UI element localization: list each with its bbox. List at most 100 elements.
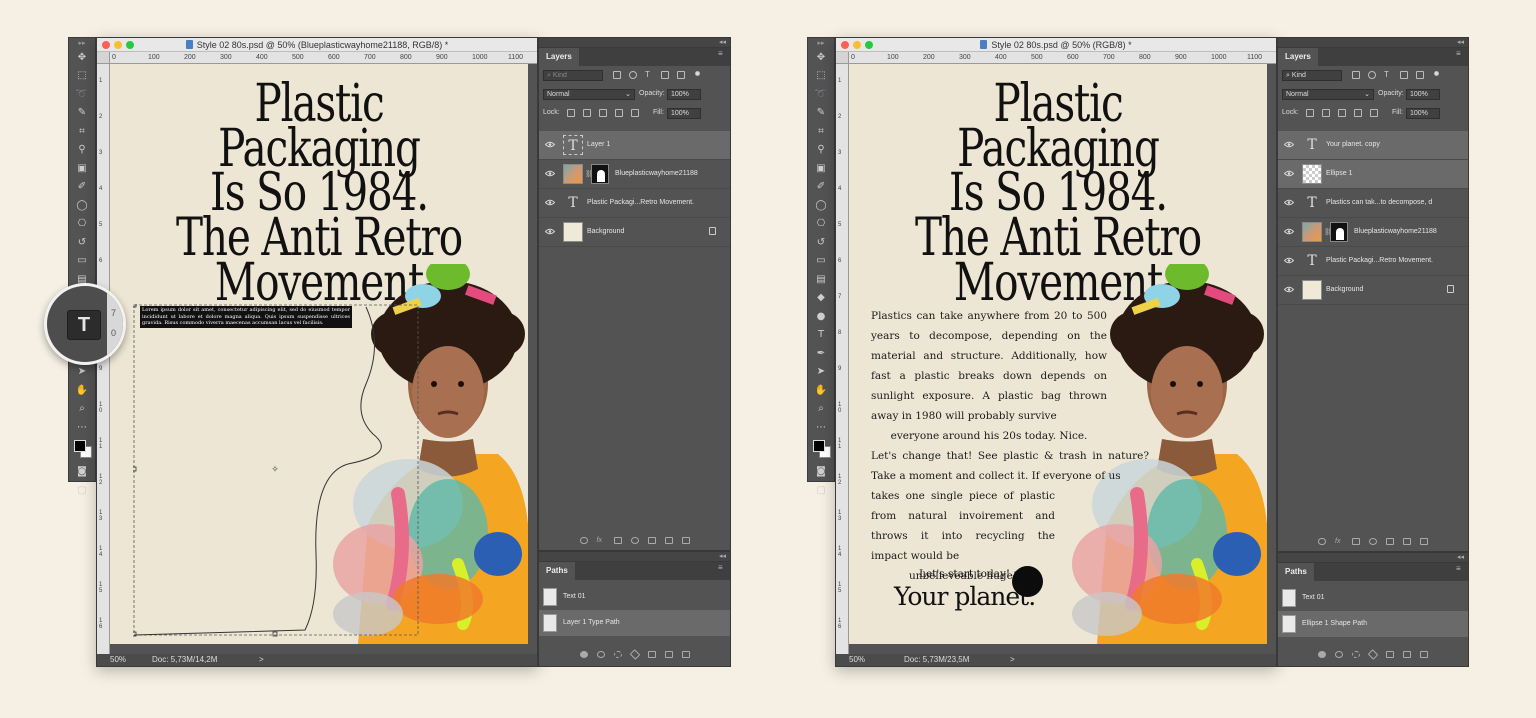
lock-position-icon[interactable] bbox=[1338, 109, 1346, 117]
fill-path-icon[interactable] bbox=[1318, 650, 1326, 658]
body-text-block[interactable]: Plastics can take anywhere from 20 to 50… bbox=[871, 306, 1149, 586]
filter-adjust-icon[interactable] bbox=[1368, 71, 1376, 79]
visibility-eye-icon[interactable] bbox=[1283, 228, 1295, 235]
color-swatches[interactable] bbox=[69, 437, 95, 463]
foreground-color-swatch[interactable] bbox=[813, 439, 825, 452]
opacity-input[interactable]: 100% bbox=[667, 89, 701, 100]
stroke-path-icon[interactable] bbox=[596, 650, 605, 658]
color-swatches[interactable] bbox=[808, 437, 834, 463]
delete-layer-icon[interactable] bbox=[681, 536, 690, 544]
pen-tool-icon[interactable]: ✒ bbox=[808, 344, 834, 363]
left-layers-tab[interactable]: Layers bbox=[539, 48, 579, 66]
gradient-tool-icon[interactable]: ▤ bbox=[808, 270, 834, 289]
link-layers-icon[interactable] bbox=[1318, 537, 1326, 545]
new-group-icon[interactable] bbox=[1386, 537, 1394, 545]
type-tool-icon[interactable]: T bbox=[808, 326, 834, 345]
lock-all-icon[interactable] bbox=[631, 109, 639, 117]
new-group-icon[interactable] bbox=[647, 536, 656, 544]
more-tool-icon[interactable]: ⋯ bbox=[808, 418, 834, 437]
crop-tool-icon[interactable]: ⌗ bbox=[69, 122, 95, 141]
lasso-tool-icon[interactable]: ➰ bbox=[69, 85, 95, 104]
delete-path-icon[interactable] bbox=[681, 650, 690, 658]
panel-menu-icon[interactable]: ≡ bbox=[718, 564, 726, 572]
layer-row[interactable]: Background bbox=[539, 218, 730, 247]
layer-mask-thumbnail[interactable] bbox=[1330, 222, 1348, 242]
zoom-window-button[interactable] bbox=[865, 41, 873, 49]
lock-all-icon[interactable] bbox=[1370, 109, 1378, 117]
status-menu-arrow[interactable]: > bbox=[1010, 655, 1015, 664]
quick-select-tool-icon[interactable]: ✎ bbox=[808, 104, 834, 123]
crop-tool-icon[interactable]: ⌗ bbox=[808, 122, 834, 141]
layer-row[interactable]: ⛓ Blueplasticwayhome21188 bbox=[1278, 218, 1468, 247]
lasso-tool-icon[interactable]: ➰ bbox=[808, 85, 834, 104]
right-layers-tab[interactable]: Layers bbox=[1278, 48, 1318, 66]
ellipse-shape-tool-icon[interactable]: ◯ bbox=[808, 196, 834, 215]
ruler-origin[interactable] bbox=[97, 52, 110, 64]
quick-select-tool-icon[interactable]: ✎ bbox=[69, 104, 95, 123]
tools-collapse-icon[interactable]: ▸▸ bbox=[69, 38, 95, 48]
make-work-path-icon[interactable] bbox=[1367, 648, 1379, 660]
right-zoom-readout[interactable]: 50% bbox=[849, 655, 865, 664]
layer-row[interactable]: ⛓ Blueplasticwayhome21188 bbox=[539, 160, 730, 189]
type-path-outline[interactable]: ✧ bbox=[133, 304, 433, 644]
path-select-tool-icon[interactable]: ➤ bbox=[808, 363, 834, 382]
layer-row[interactable]: Ellipse 1 bbox=[1278, 160, 1468, 189]
ellipse-shape[interactable] bbox=[1012, 566, 1043, 597]
lock-position-icon[interactable] bbox=[599, 109, 607, 117]
right-canvas[interactable]: Plastic Packaging Is So 1984. The Anti R… bbox=[849, 64, 1267, 644]
panel-menu-icon[interactable]: ≡ bbox=[1456, 50, 1464, 58]
eraser-tool-icon[interactable]: ▭ bbox=[808, 252, 834, 271]
layer-mask-thumbnail[interactable] bbox=[591, 164, 609, 184]
visibility-eye-icon[interactable] bbox=[544, 141, 556, 148]
stamp-tool-icon[interactable]: ⎔ bbox=[808, 215, 834, 234]
path-select-tool-icon[interactable]: ➤ bbox=[69, 363, 95, 382]
layer-row[interactable]: T Your planet. copy bbox=[1278, 131, 1468, 160]
quick-mask-icon[interactable]: ◙ bbox=[69, 463, 95, 482]
delete-layer-icon[interactable] bbox=[1420, 537, 1428, 545]
cta-small-text[interactable]: Let's start today! bbox=[919, 568, 1010, 580]
close-window-button[interactable] bbox=[841, 41, 849, 49]
fill-input[interactable]: 100% bbox=[1406, 108, 1440, 119]
lock-transparency-icon[interactable] bbox=[567, 109, 575, 117]
blur-tool-icon[interactable]: ◆ bbox=[808, 289, 834, 308]
left-title-bar[interactable]: Style 02 80s.psd @ 50% (Blueplasticwayho… bbox=[97, 38, 537, 52]
ruler-origin[interactable] bbox=[836, 52, 849, 64]
filter-shape-icon[interactable] bbox=[661, 71, 669, 79]
move-tool-icon[interactable]: ✥ bbox=[69, 48, 95, 67]
layer-row[interactable]: Background bbox=[1278, 276, 1468, 305]
screen-mode-icon[interactable]: ▢ bbox=[808, 481, 834, 500]
visibility-eye-icon[interactable] bbox=[1283, 199, 1295, 206]
adjustment-layer-icon[interactable] bbox=[630, 536, 639, 544]
foreground-color-swatch[interactable] bbox=[74, 439, 86, 452]
new-path-icon[interactable] bbox=[1403, 650, 1411, 658]
zoom-tool-icon[interactable]: ⌕ bbox=[69, 400, 95, 419]
panel-collapse-icon[interactable]: ◂◂ bbox=[719, 552, 726, 562]
filter-pixel-icon[interactable] bbox=[613, 71, 621, 79]
quick-mask-icon[interactable]: ◙ bbox=[808, 463, 834, 482]
path-row[interactable]: Layer 1 Type Path bbox=[539, 610, 730, 636]
lock-transparency-icon[interactable] bbox=[1306, 109, 1314, 117]
visibility-eye-icon[interactable] bbox=[1283, 170, 1295, 177]
filter-shape-icon[interactable] bbox=[1400, 71, 1408, 79]
filter-pixel-icon[interactable] bbox=[1352, 71, 1360, 79]
left-zoom-readout[interactable]: 50% bbox=[110, 655, 126, 664]
opacity-input[interactable]: 100% bbox=[1406, 89, 1440, 100]
load-selection-icon[interactable] bbox=[1352, 650, 1360, 658]
frame-tool-icon[interactable]: ▣ bbox=[69, 159, 95, 178]
make-work-path-icon[interactable] bbox=[629, 648, 640, 660]
layer-row[interactable]: T Plastic Packagi...Retro Movement. bbox=[539, 189, 730, 218]
visibility-eye-icon[interactable] bbox=[544, 199, 556, 206]
filter-smart-icon[interactable] bbox=[677, 71, 685, 79]
right-paths-tab[interactable]: Paths bbox=[1278, 563, 1314, 581]
brush-tool-icon[interactable]: ✐ bbox=[69, 178, 95, 197]
status-menu-arrow[interactable]: > bbox=[259, 655, 264, 664]
zoom-window-button[interactable] bbox=[126, 41, 134, 49]
filter-smart-icon[interactable] bbox=[1416, 71, 1424, 79]
hand-tool-icon[interactable]: ✋ bbox=[69, 381, 95, 400]
history-brush-tool-icon[interactable]: ↺ bbox=[808, 233, 834, 252]
move-tool-icon[interactable]: ✥ bbox=[808, 48, 834, 67]
minimize-window-button[interactable] bbox=[853, 41, 861, 49]
layer-row[interactable]: T Layer 1 bbox=[539, 131, 730, 160]
type-tool-icon[interactable]: T bbox=[67, 310, 101, 340]
fill-path-icon[interactable] bbox=[579, 650, 588, 658]
